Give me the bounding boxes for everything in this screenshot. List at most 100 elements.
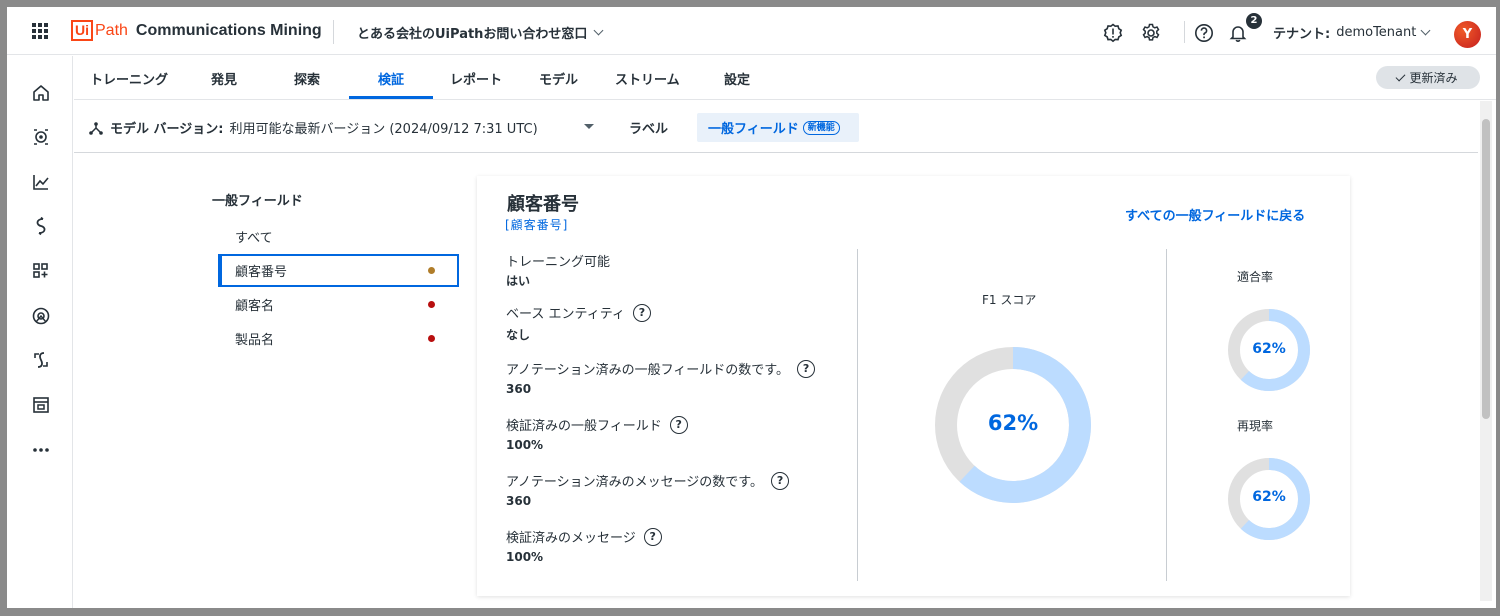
status-dot	[428, 335, 435, 342]
model-version-value: 利用可能な最新バージョン (2024/09/12 7:31 UTC)	[229, 122, 538, 137]
general-fields-list: 一般フィールド すべて 顧客番号 顧客名 製品名	[212, 190, 462, 348]
help-icon[interactable]: ?	[797, 359, 816, 378]
general-fields-tab[interactable]: 一般フィールド 新機能	[697, 113, 859, 142]
help-icon[interactable]	[1194, 23, 1214, 43]
new-feature-badge: 新機能	[802, 120, 840, 135]
stat-validated-fields: 検証済みの一般フィールド? 100%	[506, 415, 688, 452]
more-icon[interactable]	[31, 440, 51, 460]
stat-label: アノテーション済みのメッセージの数です。	[506, 475, 764, 490]
precision-label: 適合率	[1237, 270, 1274, 284]
help-icon[interactable]: ?	[643, 527, 662, 546]
main-tabs: トレーニング 発見 探索 検証 レポート モデル ストリーム 設定 更新済み	[74, 56, 1496, 100]
tab-validation[interactable]: 検証	[378, 69, 404, 88]
side-nav	[7, 56, 73, 608]
tenant-label: テナント:	[1273, 27, 1331, 42]
stat-value: なし	[506, 328, 531, 342]
top-bar: Ui Path Communications Mining とある会社のUiPa…	[7, 7, 1496, 55]
tab-training[interactable]: トレーニング	[90, 69, 168, 88]
app-launcher-icon[interactable]	[32, 23, 48, 39]
integrations-icon[interactable]	[31, 350, 51, 370]
labels-tab[interactable]: ラベル	[629, 118, 668, 137]
uipath-logo[interactable]: Ui Path Communications Mining	[71, 20, 322, 41]
recall-label: 再現率	[1237, 419, 1274, 433]
stat-annotated-fields: アノテーション済みの一般フィールドの数です。? 360	[506, 359, 816, 396]
list-item-label: 顧客番号	[235, 265, 288, 280]
list-item-label: 顧客名	[235, 299, 275, 314]
stat-label: 検証済みのメッセージ	[506, 531, 636, 546]
field-tag: [顧客番号]	[505, 218, 569, 232]
recall-value: 62%	[1252, 489, 1286, 505]
tab-settings[interactable]: 設定	[724, 69, 750, 88]
home-icon[interactable]	[31, 83, 51, 103]
list-item[interactable]: 製品名	[218, 322, 459, 355]
help-icon[interactable]: ?	[771, 471, 790, 490]
field-detail-card: 顧客番号 [顧客番号] すべての一般フィールドに戻る トレーニング可能 はい ベ…	[477, 176, 1350, 596]
stat-validated-messages: 検証済みのメッセージ? 100%	[506, 527, 662, 564]
apps-icon[interactable]	[31, 261, 51, 281]
list-item[interactable]: 顧客番号	[218, 254, 459, 287]
list-item[interactable]: 顧客名	[218, 288, 459, 321]
archive-icon[interactable]	[31, 395, 51, 415]
stat-value: 360	[506, 382, 532, 396]
tab-reports[interactable]: レポート	[450, 69, 502, 88]
streams-icon[interactable]	[31, 216, 51, 236]
tab-discover[interactable]: 発見	[211, 69, 237, 88]
general-fields-label: 一般フィールド	[708, 122, 799, 137]
list-item-all[interactable]: すべて	[218, 220, 459, 253]
model-branch-icon	[89, 121, 103, 135]
vertical-scrollbar[interactable]	[1480, 101, 1492, 601]
stat-trainable: トレーニング可能 はい	[506, 251, 610, 289]
project-name: とある会社のUiPathお問い合わせ窓口	[357, 27, 588, 42]
model-version-label: モデル バージョン:	[110, 122, 224, 137]
status-dot	[428, 301, 435, 308]
project-selector[interactable]: とある会社のUiPathお問い合わせ窓口	[357, 23, 604, 42]
updated-status-button[interactable]: 更新済み	[1376, 66, 1480, 89]
precision-value: 62%	[1252, 341, 1286, 357]
status-dot	[428, 267, 435, 274]
avatar[interactable]: Y	[1454, 21, 1481, 48]
product-name: Communications Mining	[135, 21, 322, 39]
stat-base-entity: ベース エンティティ? なし	[506, 303, 651, 343]
list-item-label: すべて	[235, 231, 273, 246]
stat-label: 検証済みの一般フィールド	[506, 419, 662, 434]
updated-label: 更新済み	[1409, 71, 1458, 85]
f1-score-label: F1 スコア	[982, 293, 1037, 307]
caret-down-icon[interactable]	[584, 124, 594, 129]
gear-icon[interactable]	[1141, 23, 1161, 43]
tab-explore[interactable]: 探索	[294, 69, 320, 88]
tenant-selector[interactable]: テナント: demoTenant	[1273, 23, 1431, 42]
general-fields-title: 一般フィールド	[212, 194, 303, 209]
logo-ui: Ui	[71, 20, 93, 41]
explore-icon[interactable]	[31, 306, 51, 326]
divider	[1184, 21, 1185, 43]
stat-value: はい	[506, 274, 531, 288]
help-icon[interactable]: ?	[669, 415, 688, 434]
tab-streams[interactable]: ストリーム	[615, 69, 680, 88]
stat-value: 100%	[506, 550, 544, 564]
stat-annotated-messages: アノテーション済みのメッセージの数です。? 360	[506, 471, 790, 508]
model-version-selector[interactable]: モデル バージョン: 利用可能な最新バージョン (2024/09/12 7:31…	[88, 118, 538, 137]
divider	[1166, 249, 1167, 581]
tenant-name: demoTenant	[1336, 25, 1417, 40]
alert-icon[interactable]	[1103, 23, 1123, 43]
stat-value: 360	[506, 494, 532, 508]
active-tab-indicator	[349, 96, 433, 99]
help-icon[interactable]: ?	[632, 303, 651, 322]
divider	[857, 249, 858, 581]
tab-models[interactable]: モデル	[539, 69, 578, 88]
divider	[333, 20, 334, 44]
dataset-icon[interactable]	[31, 127, 51, 147]
scrollbar-thumb[interactable]	[1482, 119, 1490, 419]
chevron-down-icon	[1420, 25, 1431, 36]
chart-icon[interactable]	[31, 172, 51, 192]
back-to-all-fields-link[interactable]: すべての一般フィールドに戻る	[1125, 205, 1305, 224]
check-icon	[1396, 71, 1406, 81]
stat-label: アノテーション済みの一般フィールドの数です。	[506, 363, 790, 378]
stat-label: トレーニング可能	[506, 255, 611, 270]
bell-icon[interactable]	[1228, 23, 1248, 43]
logo-path: Path	[95, 21, 128, 39]
model-toolbar: モデル バージョン: 利用可能な最新バージョン (2024/09/12 7:31…	[74, 101, 1478, 153]
chevron-down-icon	[593, 25, 604, 36]
notification-badge: 2	[1246, 13, 1262, 29]
field-title: 顧客番号	[507, 194, 579, 215]
